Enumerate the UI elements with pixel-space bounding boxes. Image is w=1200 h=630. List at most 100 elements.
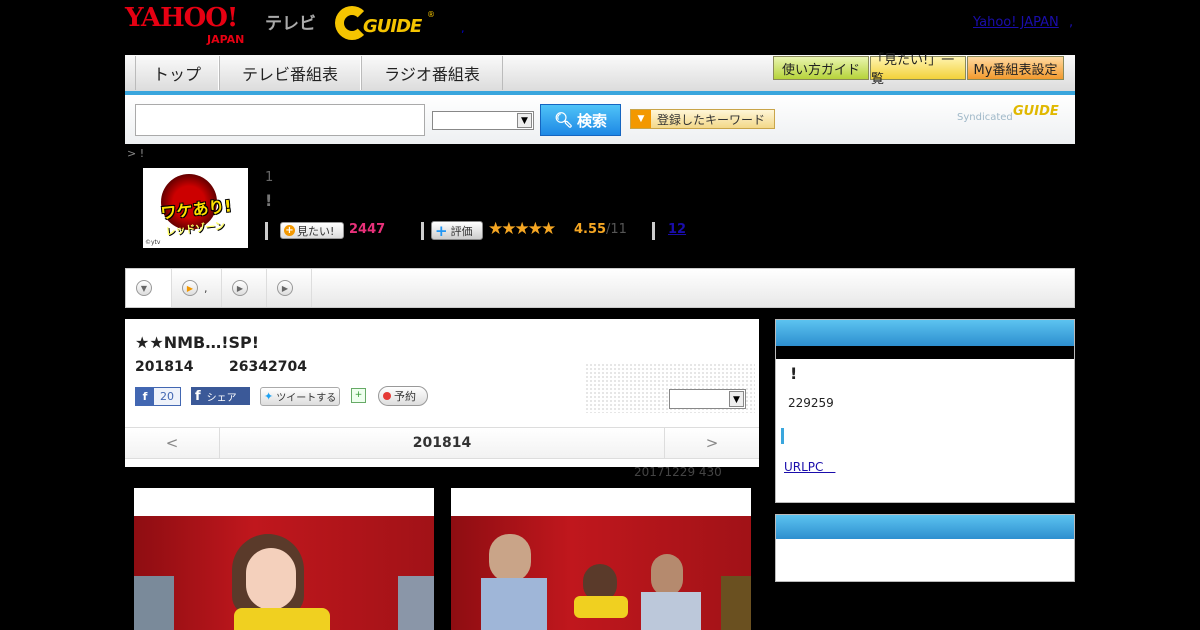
next-episode-button[interactable]: > bbox=[664, 428, 759, 458]
update-timestamp: 20171229 430 bbox=[634, 465, 722, 479]
photo-scene bbox=[134, 516, 434, 630]
divider bbox=[652, 222, 655, 240]
sidebar-box-link[interactable]: URLPC bbox=[784, 458, 835, 475]
want-to-watch-label: 見たい! bbox=[297, 224, 335, 238]
syndicated-gguide-logo: GUIDE bbox=[1013, 104, 1059, 119]
sidebar-box: ! 229259 URLPC bbox=[775, 319, 1075, 503]
pager-current-date: 201814 bbox=[412, 435, 472, 451]
photo-figure-bow bbox=[574, 596, 628, 618]
facebook-like-count: 20 bbox=[160, 390, 174, 403]
tweet-button[interactable]: ✦ ツイートする bbox=[260, 387, 340, 406]
my-schedule-settings-button[interactable]: My番組表設定 bbox=[967, 56, 1064, 80]
episode-card: ★★NMB…!SP! 201814 26342704 f 20 f シェア ✦ … bbox=[125, 319, 759, 467]
tab-episodes[interactable]: ▼ bbox=[126, 269, 172, 307]
play-icon: ▶ bbox=[182, 280, 198, 296]
tv-label: テレビ bbox=[265, 14, 316, 34]
chevron-down-icon: ▼ bbox=[729, 391, 744, 407]
tab-radio-schedule[interactable]: ラジオ番組表 bbox=[361, 56, 503, 90]
photo-figure bbox=[134, 576, 174, 630]
facebook-icon: f bbox=[136, 388, 154, 405]
search-button[interactable]: 🔍︎ 検索 bbox=[540, 104, 621, 136]
gguide-registered-mark: ® bbox=[427, 10, 435, 19]
previous-episode-button[interactable]: < bbox=[125, 428, 220, 458]
search-input[interactable] bbox=[135, 104, 425, 136]
tweet-label: ツイートする bbox=[276, 393, 337, 404]
photo-figure bbox=[481, 578, 547, 630]
chevron-down-icon: ▼ bbox=[136, 280, 152, 296]
search-scope-select[interactable]: ▼ bbox=[432, 111, 534, 130]
photo-figure-face bbox=[246, 548, 296, 610]
rate-label: 評価 bbox=[450, 224, 473, 238]
rating-count: /11 bbox=[606, 222, 627, 237]
tab-video[interactable]: ▶ , bbox=[172, 269, 222, 307]
review-count-link[interactable]: 12 bbox=[668, 222, 686, 237]
photo-figure bbox=[721, 576, 751, 630]
rating-stars: ★★★★★ bbox=[488, 219, 556, 239]
facebook-icon: f bbox=[195, 388, 201, 404]
tab-item-4[interactable]: ▶ bbox=[267, 269, 312, 307]
sidebar-accent-bar bbox=[781, 428, 784, 444]
plus-icon: + bbox=[435, 221, 448, 240]
yahoo-japan-link[interactable]: Yahoo! JAPAN bbox=[973, 15, 1059, 30]
registered-keywords-label: 登録したキーワード bbox=[657, 112, 766, 127]
calendar-add-icon[interactable]: + bbox=[351, 388, 366, 403]
registered-keywords-button[interactable]: ▼ 登録したキーワード bbox=[630, 109, 775, 129]
record-icon bbox=[383, 392, 391, 400]
reserve-label: 予約 bbox=[394, 390, 416, 403]
watchlist-button[interactable]: 「見たい!」一覧 bbox=[870, 53, 966, 87]
twitter-icon: ✦ bbox=[264, 390, 274, 403]
rate-button[interactable]: + 評価 bbox=[431, 221, 483, 240]
play-icon: ▶ bbox=[232, 280, 248, 296]
divider bbox=[265, 222, 268, 240]
photo-figure-bow bbox=[234, 608, 330, 630]
breadcrumb[interactable]: > ! bbox=[127, 147, 144, 160]
tab-top[interactable]: トップ bbox=[135, 56, 219, 90]
gguide-logo-text: GUIDE bbox=[363, 16, 422, 37]
page: YAHOO! JAPAN テレビ GUIDE ® , Yahoo! JAPAN … bbox=[0, 0, 1200, 630]
thumbnail-credit: ©ytv bbox=[145, 239, 161, 246]
program-title: ! bbox=[265, 191, 273, 210]
facebook-share-label: シェア bbox=[206, 392, 237, 404]
episode-photo[interactable] bbox=[451, 488, 751, 630]
program-thumbnail: ワケあり! レッドゾーン ©ytv bbox=[143, 168, 248, 248]
sidebar-box bbox=[775, 514, 1075, 582]
header-separator: , bbox=[1069, 15, 1074, 30]
program-number: 1 bbox=[265, 170, 274, 185]
search-button-label: 検索 bbox=[577, 111, 608, 130]
site-header: YAHOO! JAPAN テレビ GUIDE ® , Yahoo! JAPAN … bbox=[125, 0, 1075, 55]
episode-pager: < 201814 > bbox=[125, 427, 759, 459]
want-to-watch-button[interactable]: + 見たい! bbox=[280, 222, 344, 239]
usage-guide-button[interactable]: 使い方ガイド bbox=[773, 56, 869, 80]
search-bar: ▼ 🔍︎ 検索 ▼ 登録したキーワード Syndicated GUIDE bbox=[125, 95, 1075, 144]
sidebar-box-subheader bbox=[776, 346, 1074, 359]
episode-tabs: ▼ ▶ , ▶ ▶ bbox=[125, 268, 1075, 308]
rating-score: 4.55 bbox=[574, 222, 607, 237]
episode-title: ★★NMB…!SP! bbox=[135, 333, 260, 352]
tab-tv-schedule[interactable]: テレビ番組表 bbox=[219, 56, 361, 90]
chevron-down-icon: ▼ bbox=[517, 113, 532, 128]
photo-figure bbox=[641, 592, 701, 630]
episode-photo[interactable] bbox=[134, 488, 434, 630]
main-nav: トップ テレビ番組表 ラジオ番組表 使い方ガイド 「見たい!」一覧 My番組表設… bbox=[125, 53, 1075, 95]
header-small-link[interactable]: , bbox=[461, 22, 465, 35]
search-icon: 🔍︎ bbox=[553, 111, 574, 129]
sidebar-box-header bbox=[776, 320, 1074, 346]
sidebar-box-title: ! bbox=[790, 364, 798, 383]
syndicated-label: Syndicated bbox=[957, 112, 1013, 123]
tab-item-3[interactable]: ▶ bbox=[222, 269, 267, 307]
caret-down-icon: ▼ bbox=[631, 110, 651, 128]
episode-date: 201814 bbox=[135, 359, 194, 375]
facebook-share-button[interactable]: f シェア bbox=[191, 387, 250, 405]
reserve-recording-button[interactable]: 予約 bbox=[378, 386, 428, 406]
episode-select[interactable]: ▼ bbox=[669, 389, 746, 409]
photo-figure bbox=[398, 576, 434, 630]
photo-scene bbox=[451, 516, 751, 630]
yahoo-logo[interactable]: YAHOO! JAPAN bbox=[125, 5, 244, 46]
photo-figure-face bbox=[651, 554, 683, 596]
facebook-like-button[interactable]: f 20 bbox=[135, 387, 181, 406]
divider bbox=[421, 222, 424, 240]
gguide-logo[interactable]: GUIDE ® bbox=[335, 6, 435, 40]
episode-meta: 26342704 bbox=[229, 359, 307, 375]
sidebar-box-header bbox=[776, 515, 1074, 539]
yahoo-logo-japan: JAPAN bbox=[207, 33, 245, 46]
